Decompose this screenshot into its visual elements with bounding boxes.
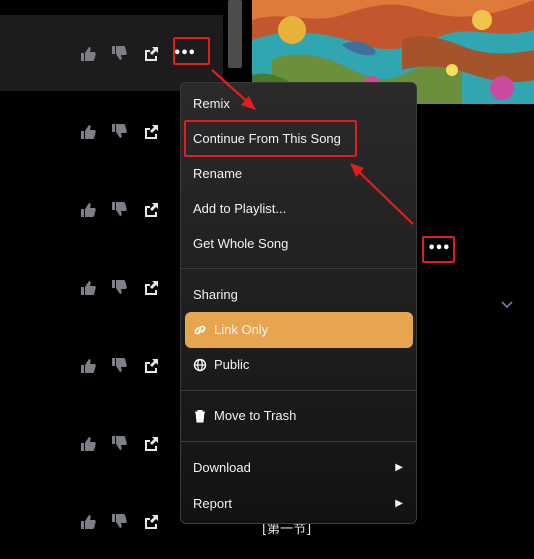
thumbs-up-icon[interactable] <box>80 514 96 530</box>
thumbs-up-icon[interactable] <box>80 436 96 452</box>
chevron-right-icon: ▶ <box>395 462 403 473</box>
thumbs-down-icon[interactable] <box>111 201 127 217</box>
thumbs-down-icon[interactable] <box>111 513 127 529</box>
menu-item-rename[interactable]: Rename <box>193 164 403 184</box>
share-icon[interactable] <box>143 46 159 62</box>
annotation-box-continue <box>184 120 357 157</box>
report-label: Report <box>193 496 233 511</box>
trash-icon <box>193 409 207 423</box>
chevron-down-icon[interactable] <box>500 300 514 310</box>
download-label: Download <box>193 460 251 475</box>
menu-divider <box>181 268 416 269</box>
thumbs-up-icon[interactable] <box>80 280 96 296</box>
chevron-right-icon: ▶ <box>395 498 403 509</box>
menu-item-get-whole-song[interactable]: Get Whole Song <box>193 234 403 254</box>
menu-divider <box>181 390 416 391</box>
annotation-box-more-button <box>173 37 210 65</box>
share-icon[interactable] <box>143 280 159 296</box>
menu-divider <box>181 441 416 442</box>
thumbs-down-icon[interactable] <box>111 435 127 451</box>
menu-item-download[interactable]: Download ▶ <box>193 458 403 478</box>
thumbs-down-icon[interactable] <box>111 123 127 139</box>
share-icon[interactable] <box>143 358 159 374</box>
thumbs-down-icon[interactable] <box>111 357 127 373</box>
menu-item-remix[interactable]: Remix <box>193 94 403 114</box>
share-icon[interactable] <box>143 436 159 452</box>
globe-icon <box>193 358 207 372</box>
public-label: Public <box>214 357 250 372</box>
thumbs-up-icon[interactable] <box>80 46 96 62</box>
thumbs-down-icon[interactable] <box>111 279 127 295</box>
menu-item-report[interactable]: Report ▶ <box>193 494 403 514</box>
menu-item-move-to-trash[interactable]: Move to Trash <box>193 406 403 426</box>
link-only-label: Link Only <box>214 322 269 337</box>
more-options-button[interactable]: ••• <box>422 236 455 263</box>
share-icon[interactable] <box>143 202 159 218</box>
thumbs-up-icon[interactable] <box>80 358 96 374</box>
share-icon[interactable] <box>143 124 159 140</box>
link-icon <box>193 323 207 337</box>
menu-section-sharing: Sharing <box>193 287 238 302</box>
menu-item-public[interactable]: Public <box>193 355 403 375</box>
menu-item-link-only-content[interactable]: Link Only <box>193 320 403 340</box>
scrollbar-thumb[interactable] <box>228 0 242 68</box>
share-icon[interactable] <box>143 514 159 530</box>
thumbs-up-icon[interactable] <box>80 202 96 218</box>
move-to-trash-label: Move to Trash <box>214 408 297 423</box>
menu-item-add-to-playlist[interactable]: Add to Playlist... <box>193 199 403 219</box>
thumbs-down-icon[interactable] <box>111 45 127 61</box>
thumbs-up-icon[interactable] <box>80 124 96 140</box>
